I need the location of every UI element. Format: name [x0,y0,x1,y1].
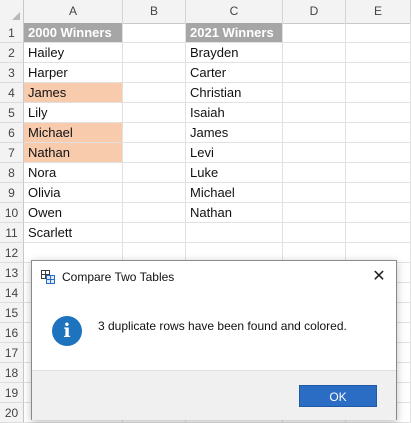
row-header-13[interactable]: 13 [0,263,24,283]
cell-b10[interactable] [123,203,186,223]
cell-e7[interactable] [346,143,411,163]
cell-b8[interactable] [123,163,186,183]
dialog-title: Compare Two Tables [62,270,175,284]
cell-c6[interactable]: James [186,123,283,143]
cell-b4[interactable] [123,83,186,103]
cell-c4[interactable]: Christian [186,83,283,103]
row-header-16[interactable]: 16 [0,323,24,343]
column-header-d[interactable]: D [283,0,346,23]
cell-b2[interactable] [123,43,186,63]
column-header-a[interactable]: A [24,0,123,23]
cell-e8[interactable] [346,163,411,183]
cell-d4[interactable] [283,83,346,103]
cell-d9[interactable] [283,183,346,203]
cell-a10[interactable]: Owen [24,203,123,223]
cell-d1[interactable] [283,23,346,43]
compare-two-tables-dialog: Compare Two Tables ✕ i 3 duplicate rows … [31,260,397,420]
dialog-message: 3 duplicate rows have been found and col… [98,319,347,333]
cell-b11[interactable] [123,223,186,243]
row-header-1[interactable]: 1 [0,23,24,43]
dialog-title-bar: Compare Two Tables ✕ [32,261,396,293]
cell-c7[interactable]: Levi [186,143,283,163]
dialog-body: i 3 duplicate rows have been found and c… [32,293,396,370]
cell-e11[interactable] [346,223,411,243]
column-header-c[interactable]: C [186,0,283,23]
cell-c3[interactable]: Carter [186,63,283,83]
compare-tables-icon [41,270,55,284]
row-header-2[interactable]: 2 [0,43,24,63]
cell-e5[interactable] [346,103,411,123]
cell-a2[interactable]: Hailey [24,43,123,63]
cell-c10[interactable]: Nathan [186,203,283,223]
cell-a4[interactable]: James [24,83,123,103]
cell-d5[interactable] [283,103,346,123]
cell-b7[interactable] [123,143,186,163]
row-header-20[interactable]: 20 [0,403,24,423]
cell-b1[interactable] [123,23,186,43]
column-header-e[interactable]: E [346,0,411,23]
row-header-9[interactable]: 9 [0,183,24,203]
row-header-19[interactable]: 19 [0,383,24,403]
row-header-12[interactable]: 12 [0,243,24,263]
cell-a6[interactable]: Michael [24,123,123,143]
row-header-4[interactable]: 4 [0,83,24,103]
cell-c2[interactable]: Brayden [186,43,283,63]
ok-button[interactable]: OK [299,385,377,407]
cell-c1[interactable]: 2021 Winners [186,23,283,43]
cell-a1[interactable]: 2000 Winners [24,23,123,43]
cell-e9[interactable] [346,183,411,203]
column-header-b[interactable]: B [123,0,186,23]
cell-c9[interactable]: Michael [186,183,283,203]
cell-d8[interactable] [283,163,346,183]
cell-d2[interactable] [283,43,346,63]
cell-b5[interactable] [123,103,186,123]
cell-a9[interactable]: Olivia [24,183,123,203]
row-header-10[interactable]: 10 [0,203,24,223]
cell-a11[interactable]: Scarlett [24,223,123,243]
select-all-corner[interactable] [0,0,24,23]
cell-c8[interactable]: Luke [186,163,283,183]
cell-e10[interactable] [346,203,411,223]
cell-a3[interactable]: Harper [24,63,123,83]
row-header-11[interactable]: 11 [0,223,24,243]
cell-b3[interactable] [123,63,186,83]
row-header-14[interactable]: 14 [0,283,24,303]
cell-e3[interactable] [346,63,411,83]
row-header-8[interactable]: 8 [0,163,24,183]
cell-a8[interactable]: Nora [24,163,123,183]
cell-e4[interactable] [346,83,411,103]
cell-c5[interactable]: Isaiah [186,103,283,123]
cell-e2[interactable] [346,43,411,63]
cell-d10[interactable] [283,203,346,223]
row-header-15[interactable]: 15 [0,303,24,323]
row-header-18[interactable]: 18 [0,363,24,383]
cell-d6[interactable] [283,123,346,143]
info-icon: i [52,316,82,346]
cell-d7[interactable] [283,143,346,163]
row-header-7[interactable]: 7 [0,143,24,163]
cell-a7[interactable]: Nathan [24,143,123,163]
row-header-17[interactable]: 17 [0,343,24,363]
cell-d3[interactable] [283,63,346,83]
cell-e6[interactable] [346,123,411,143]
cell-c11[interactable] [186,223,283,243]
cell-b9[interactable] [123,183,186,203]
row-header-3[interactable]: 3 [0,63,24,83]
cell-e1[interactable] [346,23,411,43]
cell-a5[interactable]: Lily [24,103,123,123]
row-header-6[interactable]: 6 [0,123,24,143]
cell-b6[interactable] [123,123,186,143]
close-icon[interactable]: ✕ [362,261,396,293]
dialog-footer: OK [32,370,396,420]
row-header-5[interactable]: 5 [0,103,24,123]
cell-d11[interactable] [283,223,346,243]
